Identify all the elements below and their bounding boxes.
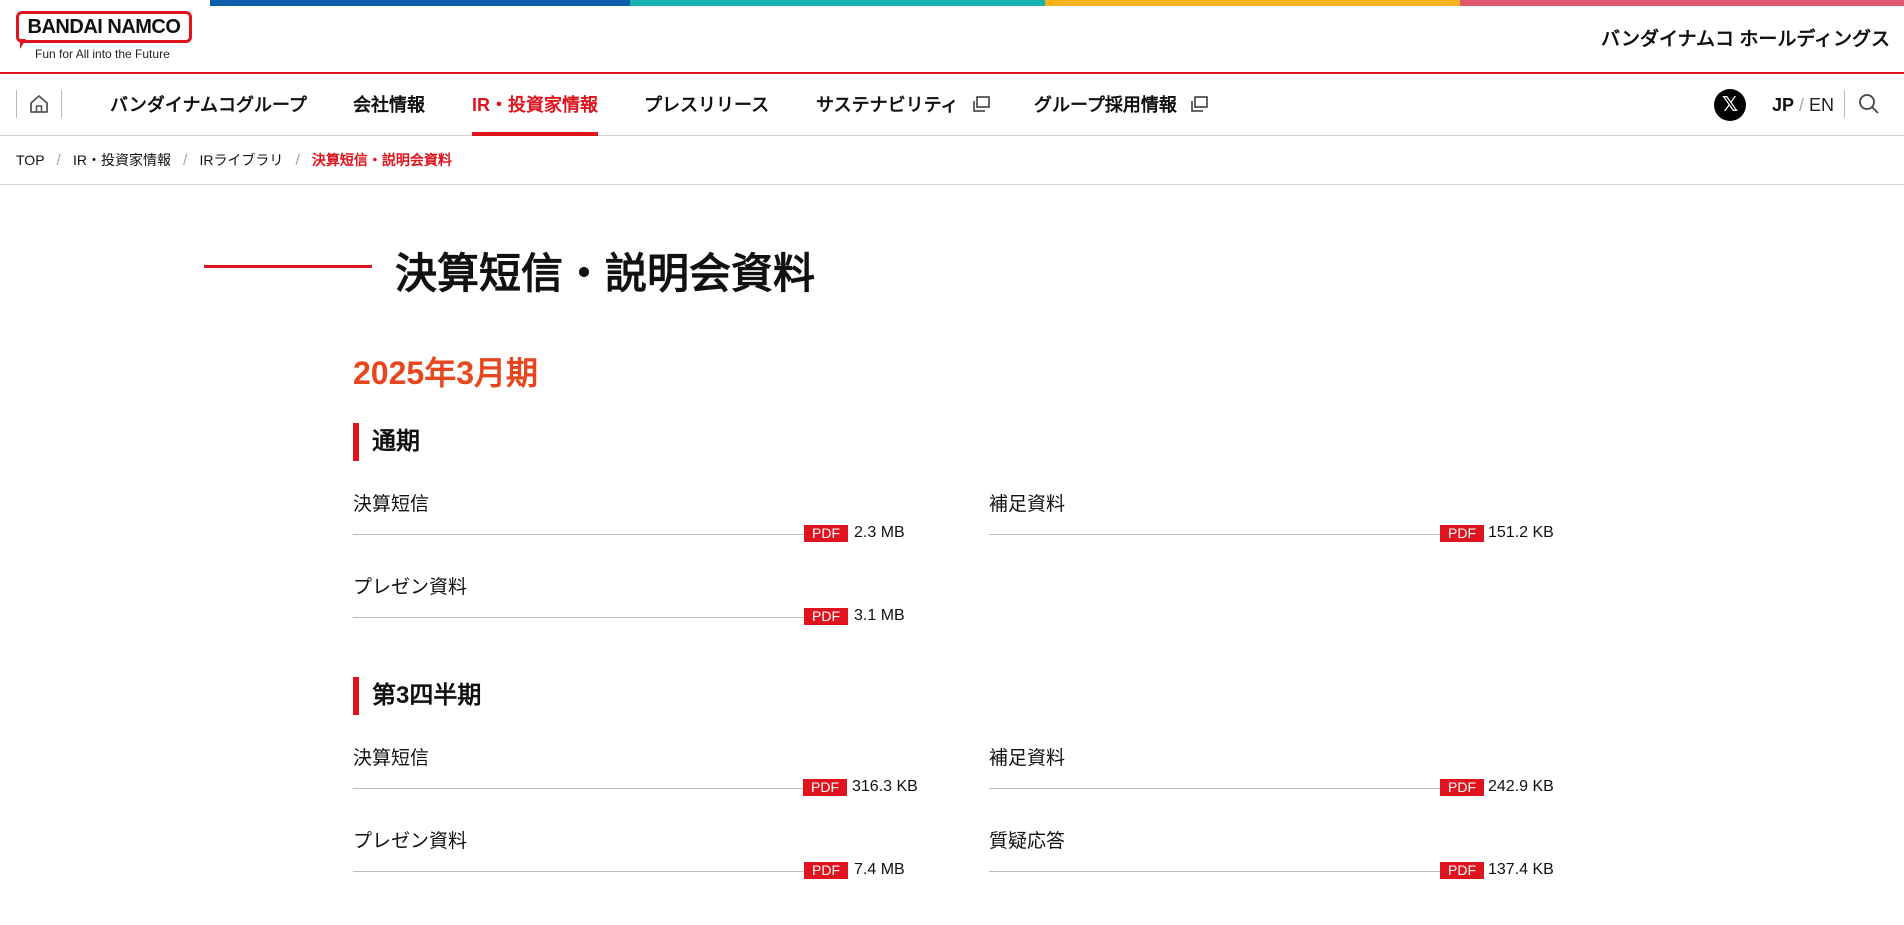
section-heading-full-year: 通期: [353, 423, 420, 461]
lang-jp[interactable]: JP: [1772, 95, 1794, 115]
nav-item-sustainability[interactable]: サステナビリティ: [816, 74, 990, 136]
nav-label: IR・投資家情報: [472, 95, 598, 115]
lang-separator: /: [1799, 95, 1805, 115]
nav-label: プレスリリース: [644, 95, 770, 115]
external-window-icon: [1191, 96, 1208, 112]
breadcrumb-divider: [0, 184, 1904, 185]
breadcrumb-separator: /: [182, 152, 188, 169]
document-label: プレゼン資料: [353, 831, 468, 852]
document-underline: [353, 788, 803, 789]
external-window-icon: [972, 96, 990, 112]
file-size: 2.3 MB: [854, 524, 905, 541]
document-underline: [353, 871, 804, 872]
breadcrumb-ir-library[interactable]: IRライブラリ: [199, 152, 283, 168]
file-size: 316.3 KB: [852, 778, 918, 795]
nav-label: グループ採用情報: [1034, 95, 1177, 115]
document-link[interactable]: 決算短信 PDF 316.3 KB: [353, 743, 918, 799]
document-label: 決算短信: [353, 494, 430, 515]
document-underline: [989, 871, 1440, 872]
document-link[interactable]: プレゼン資料 PDF 3.1 MB: [353, 572, 905, 628]
pdf-badge: PDF: [1440, 525, 1484, 542]
x-social-icon[interactable]: 𝕏: [1714, 89, 1746, 121]
nav-item-group[interactable]: バンダイナムコグループ: [110, 74, 307, 136]
breadcrumb-ir[interactable]: IR・投資家情報: [73, 152, 171, 168]
document-link[interactable]: プレゼン資料 PDF 7.4 MB: [353, 826, 905, 882]
document-link[interactable]: 決算短信 PDF 2.3 MB: [353, 489, 905, 545]
document-underline: [353, 617, 804, 618]
document-underline: [989, 788, 1440, 789]
section-heading-q3: 第3四半期: [353, 677, 481, 715]
global-nav: バンダイナムコグループ 会社情報 IR・投資家情報 プレスリリース サステナビリ…: [0, 74, 1904, 136]
home-button[interactable]: [16, 90, 62, 118]
breadcrumb-top[interactable]: TOP: [16, 152, 45, 168]
pdf-badge: PDF: [804, 862, 848, 879]
file-size: 151.2 KB: [1488, 524, 1554, 541]
page-title: 決算短信・説明会資料: [395, 250, 816, 297]
document-label: 補足資料: [989, 494, 1066, 515]
search-icon: [1858, 94, 1879, 114]
document-label: プレゼン資料: [353, 577, 468, 598]
document-label: 決算短信: [353, 748, 430, 769]
breadcrumb: TOP / IR・投資家情報 / IRライブラリ / 決算短信・説明会資料: [16, 136, 452, 184]
nav-item-careers[interactable]: グループ採用情報: [1034, 74, 1208, 136]
nav-item-company[interactable]: 会社情報: [353, 74, 425, 136]
pdf-badge: PDF: [1440, 862, 1484, 879]
document-link[interactable]: 補足資料 PDF 151.2 KB: [989, 489, 1554, 545]
file-size: 7.4 MB: [854, 861, 905, 878]
bandai-namco-logo[interactable]: BANDAI NAMCO Fun for All into the Future: [16, 11, 192, 63]
title-accent-line: [204, 265, 372, 268]
pdf-badge: PDF: [803, 779, 847, 796]
nav-label: サステナビリティ: [816, 95, 959, 115]
document-link[interactable]: 質疑応答 PDF 137.4 KB: [989, 826, 1554, 882]
nav-item-press[interactable]: プレスリリース: [644, 74, 769, 136]
nav-label: バンダイナムコグループ: [110, 95, 307, 115]
file-size: 242.9 KB: [1488, 778, 1554, 795]
pdf-badge: PDF: [804, 608, 848, 625]
nav-item-ir[interactable]: IR・投資家情報: [472, 74, 598, 136]
file-size: 3.1 MB: [854, 607, 905, 624]
document-label: 補足資料: [989, 748, 1066, 769]
logo-tagline: Fun for All into the Future: [35, 47, 170, 61]
home-icon: [30, 95, 48, 113]
lang-en[interactable]: EN: [1809, 95, 1834, 115]
company-name[interactable]: バンダイナムコ ホールディングス: [1601, 24, 1890, 51]
breadcrumb-separator: /: [295, 152, 300, 169]
file-size: 137.4 KB: [1488, 861, 1554, 878]
breadcrumb-separator: /: [56, 152, 61, 169]
pdf-badge: PDF: [804, 525, 848, 542]
logo-wordmark: BANDAI NAMCO: [16, 11, 192, 43]
breadcrumb-current: 決算短信・説明会資料: [311, 152, 452, 168]
logo-speech-tail: [20, 39, 26, 49]
document-link[interactable]: 補足資料 PDF 242.9 KB: [989, 743, 1554, 799]
document-underline: [989, 534, 1440, 535]
site-header: BANDAI NAMCO Fun for All into the Future…: [0, 0, 1904, 74]
pdf-badge: PDF: [1440, 779, 1484, 796]
fiscal-period-heading: 2025年3月期: [353, 355, 538, 391]
document-label: 質疑応答: [989, 831, 1066, 852]
document-underline: [353, 534, 804, 535]
search-button[interactable]: [1844, 90, 1892, 118]
nav-label: 会社情報: [353, 95, 425, 115]
language-switcher: JP / EN: [1772, 74, 1834, 136]
